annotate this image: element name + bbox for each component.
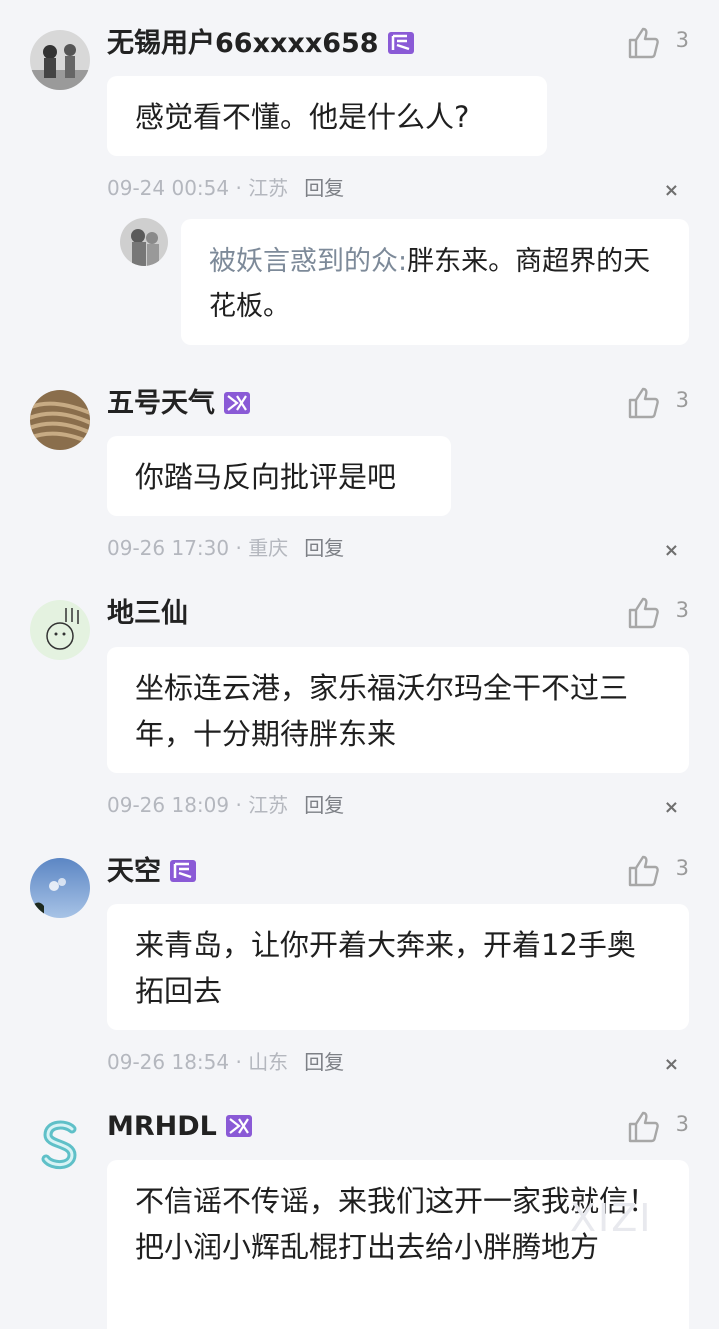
comment-location: 山东: [248, 1050, 289, 1074]
reply-button[interactable]: 回复: [304, 536, 344, 560]
comment-text[interactable]: 坐标连云港，家乐福沃尔玛全干不过三年，十分期待胖东来: [107, 647, 689, 773]
like-button[interactable]: 3: [627, 596, 689, 630]
thumbs-up-icon: [628, 597, 659, 629]
like-button[interactable]: 3: [627, 26, 689, 60]
reply-button[interactable]: 回复: [304, 793, 344, 817]
thumbs-up-icon: [628, 387, 659, 419]
meta-separator: ·: [229, 1050, 249, 1074]
meta-separator: ·: [229, 176, 249, 200]
reply-button[interactable]: 回复: [304, 1050, 344, 1074]
like-button[interactable]: 3: [627, 386, 689, 420]
username[interactable]: 无锡用户66xxxx658: [107, 27, 415, 61]
comment-text[interactable]: 不信谣不传谣，来我们这开一家我就信！把小润小辉乱棍打出去给小胖腾地方: [107, 1160, 689, 1329]
user-avatar[interactable]: [30, 600, 90, 660]
reply-button[interactable]: 回复: [304, 176, 344, 200]
username[interactable]: MRHDL: [107, 1110, 253, 1144]
level-badge-icon: [387, 32, 414, 54]
comment-location: 江苏: [248, 176, 289, 200]
level-badge-icon: [225, 1115, 252, 1137]
comment-date: 09-24 00:54: [107, 176, 230, 200]
username[interactable]: 地三仙: [107, 597, 188, 631]
reply-author[interactable]: 被妖言惑到的众:: [209, 246, 407, 277]
like-count: 3: [675, 856, 689, 880]
like-count: 3: [675, 598, 689, 622]
level-badge-icon: [170, 860, 196, 882]
comment-meta: 09-26 17:30 · 重庆 回复: [107, 532, 344, 561]
comment-text[interactable]: 感觉看不懂。他是什么人?: [107, 76, 547, 156]
username[interactable]: 天空: [107, 855, 197, 889]
thumbs-up-icon: [628, 1111, 659, 1143]
user-avatar[interactable]: [30, 30, 90, 90]
like-count: 3: [675, 28, 689, 52]
close-icon[interactable]: ×: [664, 180, 679, 201]
username-text: 地三仙: [107, 598, 188, 629]
user-avatar[interactable]: [30, 390, 90, 450]
comment-meta: 09-24 00:54 · 江苏 回复: [107, 172, 344, 201]
comment-meta: 09-26 18:09 · 江苏 回复: [107, 789, 344, 818]
comment-content: 坐标连云港，家乐福沃尔玛全干不过三年，十分期待胖东来: [135, 671, 629, 751]
like-count: 3: [675, 1112, 689, 1136]
comment-meta: 09-26 18:54 · 山东 回复: [107, 1046, 344, 1075]
username-text: MRHDL: [107, 1111, 217, 1142]
comment-text[interactable]: 来青岛，让你开着大奔来，开着12手奥拓回去: [107, 904, 689, 1030]
user-avatar[interactable]: [30, 858, 90, 918]
watermark: XIZI: [570, 1196, 653, 1240]
comment-date: 09-26 17:30: [107, 536, 230, 560]
username-text: 天空: [107, 856, 161, 887]
user-avatar[interactable]: [30, 1115, 90, 1175]
close-icon[interactable]: ×: [664, 797, 679, 818]
comment-location: 重庆: [248, 536, 289, 560]
close-icon[interactable]: ×: [664, 1054, 679, 1075]
close-icon[interactable]: ×: [664, 540, 679, 561]
comment-date: 09-26 18:09: [107, 793, 230, 817]
like-button[interactable]: 3: [627, 854, 689, 888]
comment-content: 你踏马反向批评是吧: [135, 460, 397, 494]
meta-separator: ·: [229, 536, 249, 560]
username[interactable]: 五号天气: [107, 387, 251, 421]
thumbs-up-icon: [628, 855, 659, 887]
meta-separator: ·: [229, 793, 249, 817]
like-count: 3: [675, 388, 689, 412]
comment-date: 09-26 18:54: [107, 1050, 230, 1074]
comment-location: 江苏: [248, 793, 289, 817]
thumbs-up-icon: [628, 27, 659, 59]
like-button[interactable]: 3: [627, 1110, 689, 1144]
reply-avatar[interactable]: [120, 218, 168, 266]
username-text: 无锡用户66xxxx658: [107, 28, 379, 59]
comment-text[interactable]: 你踏马反向批评是吧: [107, 436, 451, 516]
level-badge-icon: [224, 392, 250, 414]
comment-content: 来青岛，让你开着大奔来，开着12手奥拓回去: [135, 928, 636, 1008]
reply-bubble[interactable]: 被妖言惑到的众:胖东来。商超界的天花板。: [181, 219, 689, 345]
comment-content: 感觉看不懂。他是什么人?: [135, 100, 470, 134]
username-text: 五号天气: [107, 388, 215, 419]
